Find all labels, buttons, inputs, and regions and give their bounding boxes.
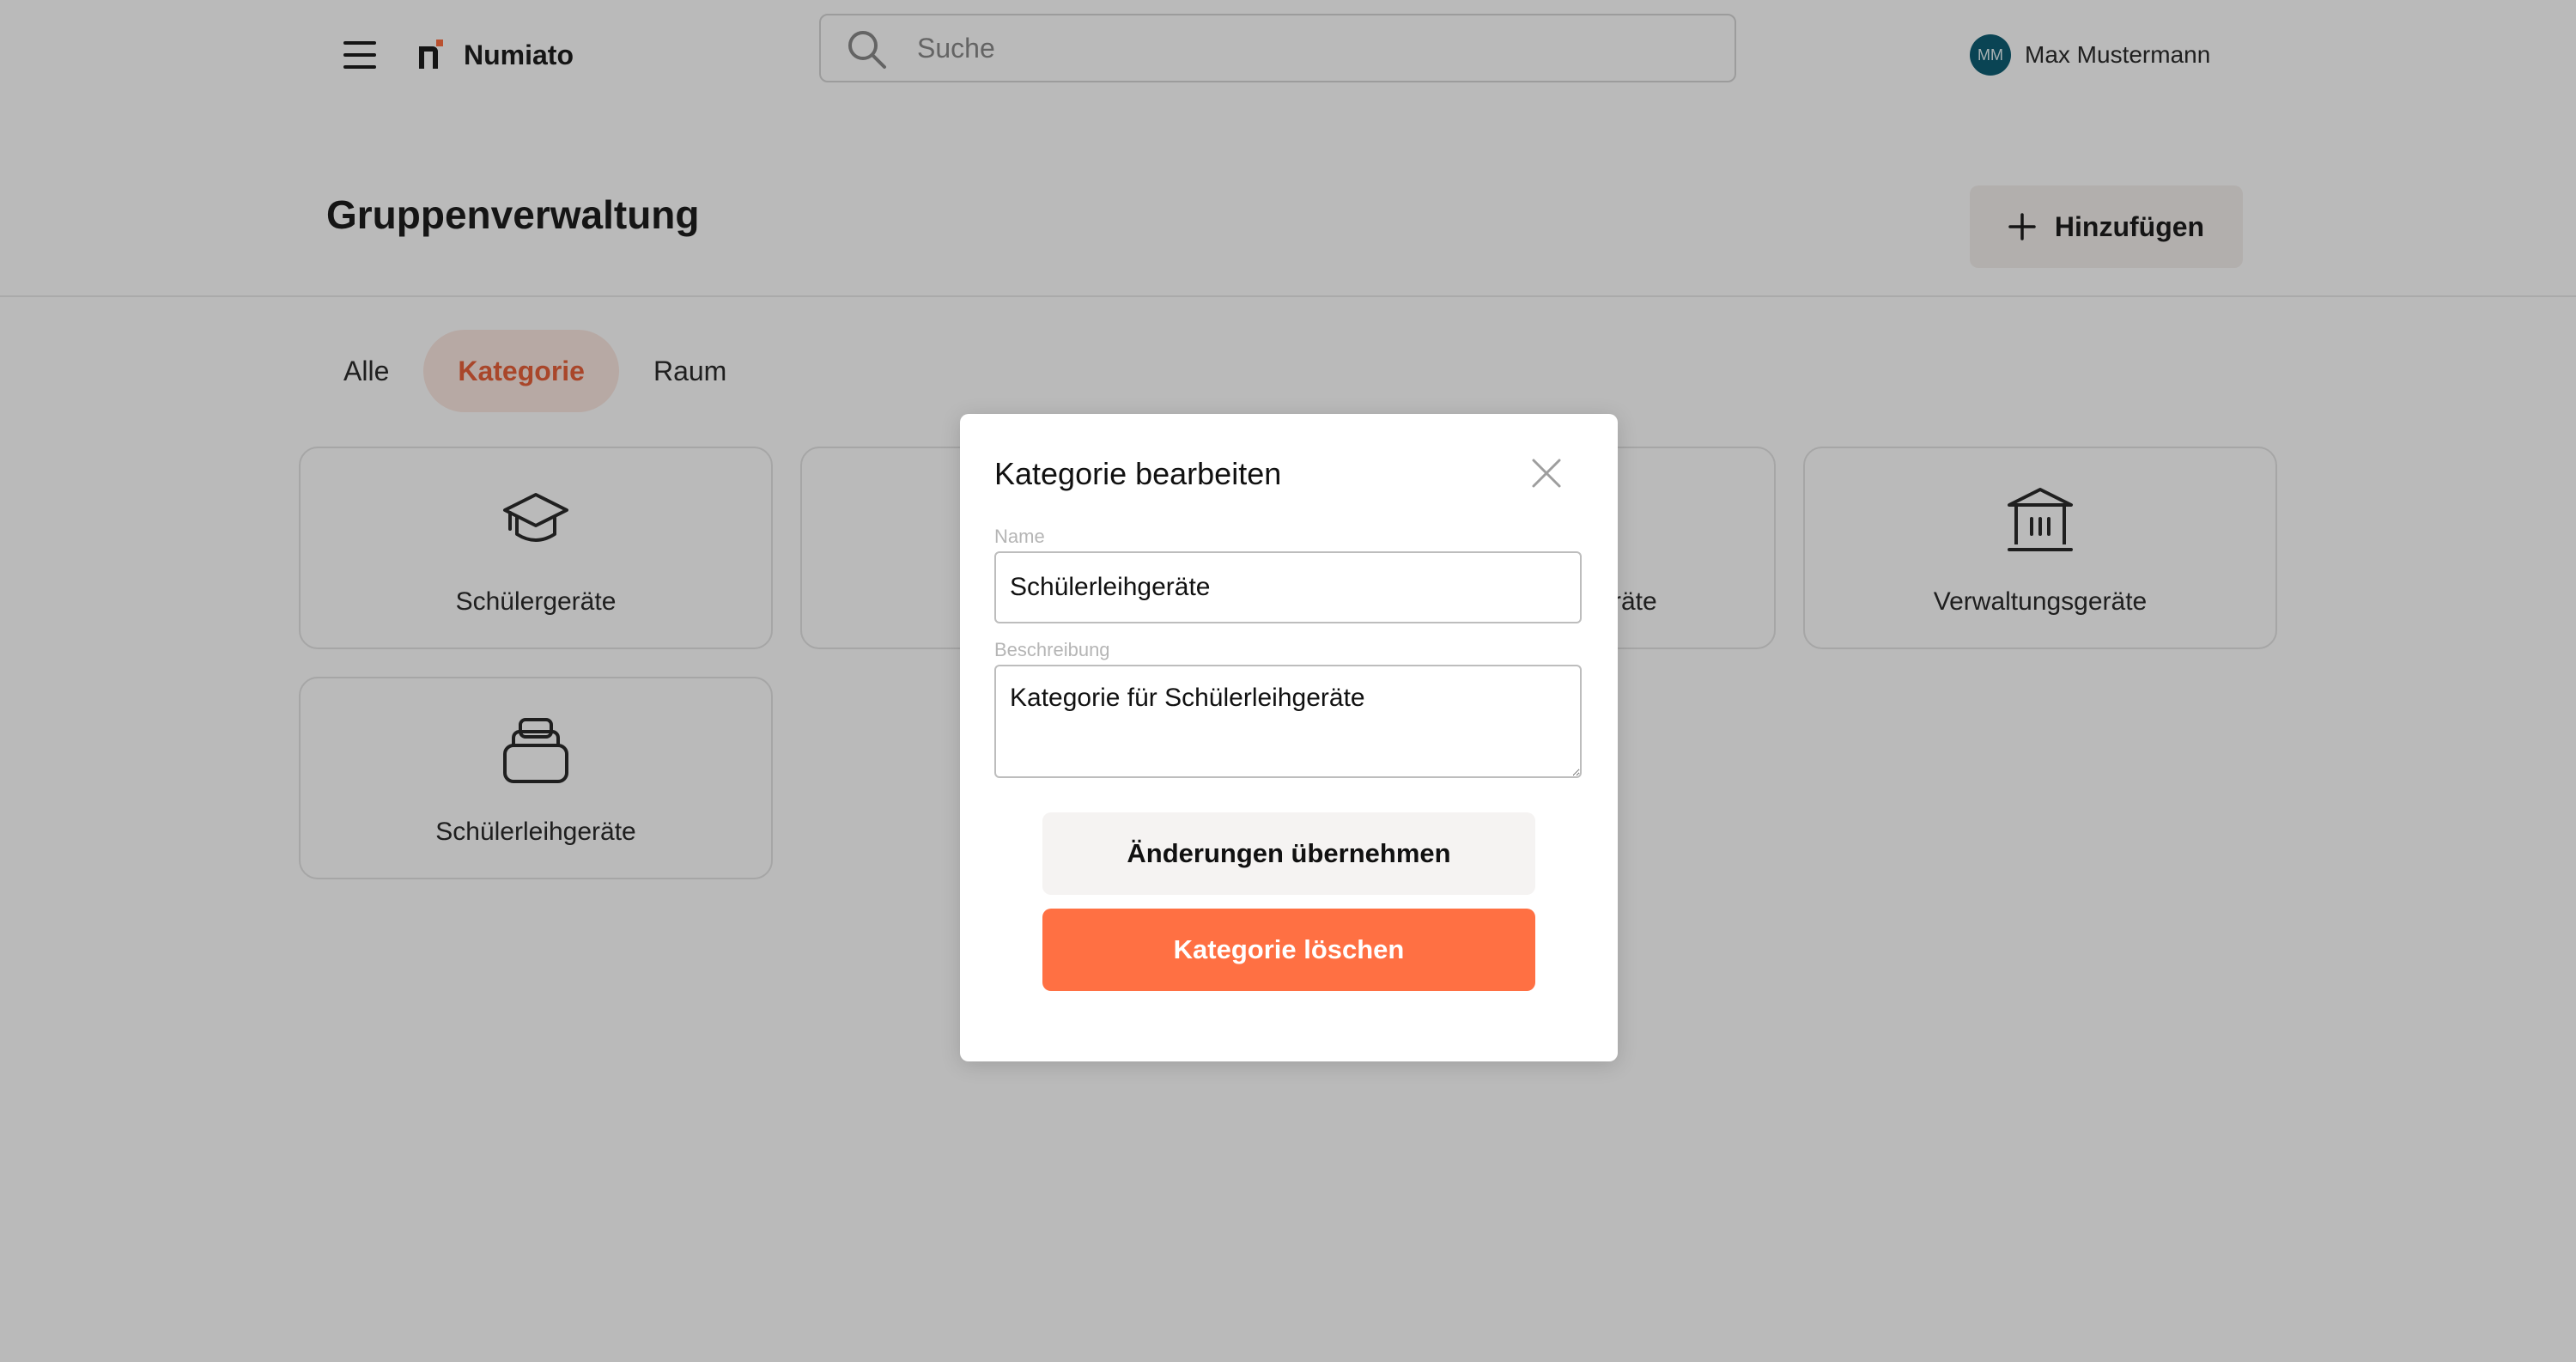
apply-changes-button[interactable]: Änderungen übernehmen xyxy=(1042,812,1535,895)
name-field[interactable] xyxy=(994,551,1582,623)
description-field[interactable]: Kategorie für Schülerleihgeräte xyxy=(994,665,1582,778)
edit-category-dialog: Kategorie bearbeiten Name Beschreibung K… xyxy=(960,414,1618,1061)
delete-category-button[interactable]: Kategorie löschen xyxy=(1042,909,1535,991)
close-icon[interactable] xyxy=(1527,453,1566,493)
dialog-title: Kategorie bearbeiten xyxy=(994,456,1282,491)
description-label: Beschreibung xyxy=(994,639,1110,660)
name-label: Name xyxy=(994,526,1045,547)
